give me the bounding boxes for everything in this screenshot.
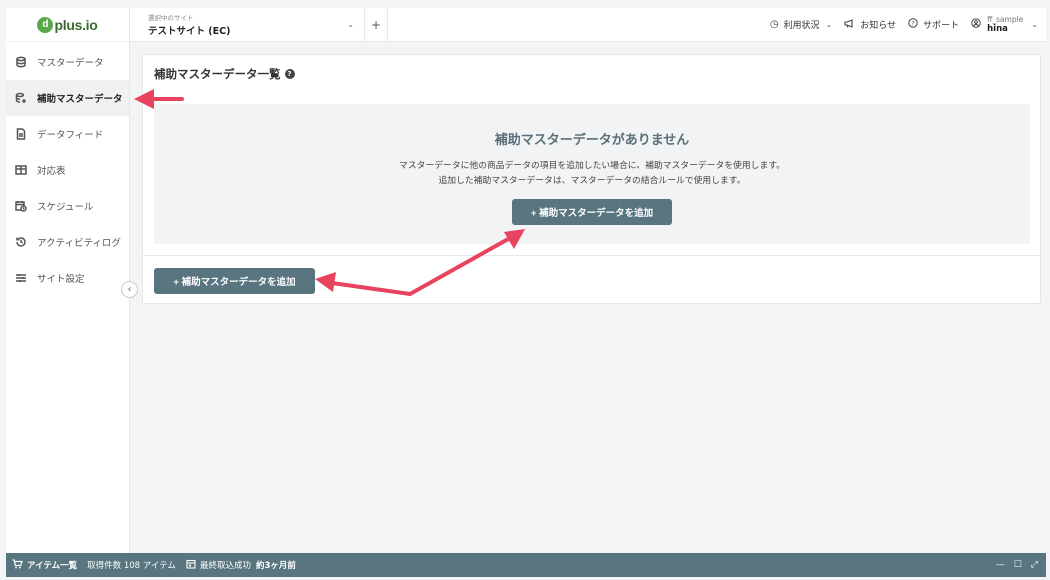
database-icon: [15, 56, 27, 68]
sidebar-item-label: マスターデータ: [37, 58, 104, 69]
svg-text:?: ?: [911, 19, 914, 27]
minimize-icon[interactable]: —: [996, 560, 1005, 570]
sidebar-collapse-button[interactable]: ‹: [121, 281, 138, 298]
sidebar-item-label: 補助マスターデータ: [37, 94, 123, 105]
item-list-label: アイテム一覧: [27, 561, 78, 571]
empty-state-heading: 補助マスターデータがありません: [494, 133, 690, 148]
expand-icon[interactable]: ⤢: [1031, 560, 1038, 570]
empty-state-description: 追加した補助マスターデータは、マスターデータの結合ルールで使用します。: [438, 176, 746, 186]
calendar-icon: [186, 559, 196, 572]
sidebar-item-label: 対応表: [37, 166, 66, 177]
last-import: 最終取込成功 約3ヶ月前: [186, 559, 296, 572]
history-icon: [15, 236, 27, 248]
user-name: hina: [987, 24, 1008, 34]
chevron-left-icon: ‹: [127, 284, 132, 295]
database-plus-icon: [15, 92, 27, 104]
sidebar-item-activity-log[interactable]: アクティビティログ: [6, 224, 129, 260]
logo-word: plus.io: [54, 16, 98, 33]
add-site-button[interactable]: +: [365, 7, 388, 42]
help-circle-icon: ?: [908, 18, 918, 31]
last-import-value: 約3ヶ月前: [255, 561, 296, 571]
gauge-icon: ◷: [769, 19, 779, 30]
chevron-down-icon: ⌄: [825, 20, 833, 29]
sidebar-item-auxiliary-master-data[interactable]: 補助マスターデータ: [6, 80, 129, 116]
usage-label: 利用状況: [783, 21, 820, 31]
auxiliary-master-data-panel: 補助マスターデータ一覧 ? 補助マスターデータがありません マスターデータに他の…: [142, 54, 1041, 304]
status-bar: アイテム一覧 取得件数 108 アイテム 最終取込成功 約3ヶ月前 — ☐ ⤢: [6, 553, 1046, 577]
sidebar-item-label: データフィード: [37, 130, 104, 141]
plus-icon: +: [370, 17, 382, 32]
user-circle-icon: [971, 18, 981, 31]
support-link[interactable]: ? サポート: [908, 18, 959, 31]
sidebar-nav: マスターデータ 補助マスターデータ データフィード 対応表 スケジュール アクテ…: [6, 42, 129, 296]
header-links: ◷ 利用状況 ⌄ お知らせ ? サポート ff_sample hina ⌄: [758, 8, 1046, 42]
cart-icon: [12, 558, 23, 572]
logo-mark: d: [37, 16, 54, 33]
item-count: 取得件数 108 アイテム: [87, 559, 176, 571]
sidebar-item-label: サイト設定: [37, 274, 85, 285]
logo[interactable]: d plus.io: [6, 8, 129, 42]
add-auxiliary-master-data-button[interactable]: + 補助マスターデータを追加: [154, 268, 315, 294]
site-selector[interactable]: 選択中のサイト テストサイト (EC) ⌄: [130, 7, 365, 42]
user-names: ff_sample hina: [987, 14, 1024, 34]
news-link[interactable]: お知らせ: [844, 18, 896, 31]
page-title: 補助マスターデータ一覧 ?: [143, 55, 1040, 93]
site-selector-caption: 選択中のサイト: [148, 14, 194, 22]
user-account: ff_sample: [987, 14, 1024, 24]
sidebar-item-mapping-table[interactable]: 対応表: [6, 152, 129, 188]
news-label: お知らせ: [860, 21, 897, 31]
help-icon[interactable]: ?: [284, 69, 295, 79]
last-import-label: 最終取込成功: [199, 561, 251, 571]
sidebar-item-master-data[interactable]: マスターデータ: [6, 44, 129, 80]
top-header: 選択中のサイト テストサイト (EC) ⌄ + ◷ 利用状況 ⌄ お知らせ ?: [130, 7, 1046, 42]
sliders-icon: [15, 272, 27, 284]
sidebar-item-data-feed[interactable]: データフィード: [6, 116, 129, 152]
user-menu[interactable]: ff_sample hina ⌄: [971, 14, 1038, 34]
empty-state-description: マスターデータに他の商品データの項目を追加したい場合に、補助マスターデータを使用…: [399, 161, 785, 171]
app-window: d plus.io マスターデータ 補助マスターデータ データフィード 対応表 …: [6, 7, 1046, 580]
maximize-icon[interactable]: ☐: [1014, 560, 1022, 570]
megaphone-icon: [844, 18, 855, 31]
chevron-down-icon: ⌄: [1031, 20, 1038, 29]
support-label: サポート: [923, 21, 960, 31]
add-auxiliary-master-data-button[interactable]: + 補助マスターデータを追加: [512, 199, 672, 225]
calendar-clock-icon: [15, 200, 27, 212]
sidebar-item-schedule[interactable]: スケジュール: [6, 188, 129, 224]
item-list-toggle[interactable]: アイテム一覧: [12, 558, 78, 572]
window-controls: — ☐ ⤢: [987, 560, 1046, 570]
chevron-down-icon: ⌄: [347, 19, 354, 29]
document-icon: [15, 128, 27, 140]
site-selector-value: テストサイト (EC): [148, 26, 231, 37]
sidebar-item-site-settings[interactable]: サイト設定: [6, 260, 129, 296]
item-count-text: 取得件数 108 アイテム: [87, 561, 176, 571]
page-title-text: 補助マスターデータ一覧: [154, 67, 281, 81]
table-icon: [15, 164, 27, 176]
sidebar: d plus.io マスターデータ 補助マスターデータ データフィード 対応表 …: [6, 8, 130, 553]
divider: [143, 255, 1040, 256]
usage-menu[interactable]: ◷ 利用状況 ⌄: [770, 18, 832, 31]
sidebar-item-label: アクティビティログ: [37, 238, 121, 249]
sidebar-item-label: スケジュール: [37, 202, 94, 213]
empty-state: 補助マスターデータがありません マスターデータに他の商品データの項目を追加したい…: [154, 104, 1030, 244]
